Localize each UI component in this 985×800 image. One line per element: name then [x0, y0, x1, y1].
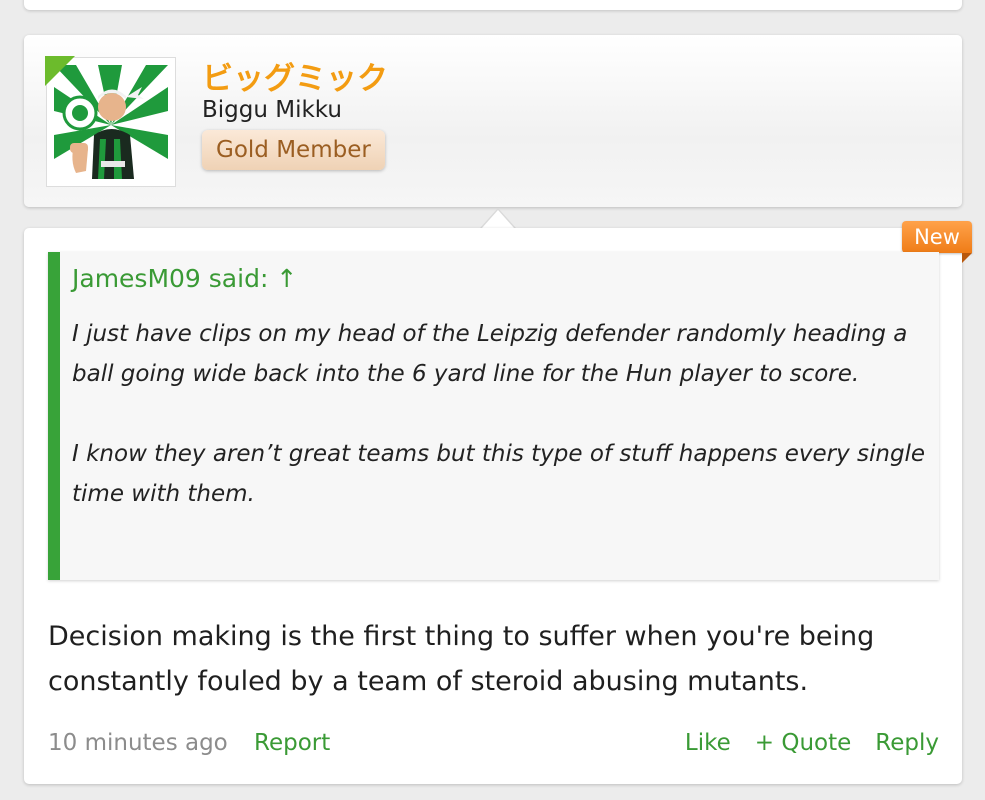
previous-post-card [24, 0, 962, 10]
quote-paragraph: I just have clips on my head of the Leip… [72, 321, 908, 387]
message-text: Decision making is the first thing to su… [48, 621, 875, 697]
message-pointer-inner [482, 210, 514, 228]
member-badge: Gold Member [202, 130, 385, 170]
quote-paragraph: I know they aren’t great teams but this … [72, 441, 926, 507]
post-footer: 10 minutes ago Report Like + Quote Reply [48, 726, 939, 760]
online-indicator [45, 56, 75, 86]
like-button[interactable]: Like [685, 726, 731, 760]
username[interactable]: ビッグミック [202, 53, 388, 98]
reply-button[interactable]: Reply [875, 726, 939, 760]
quote-button[interactable]: + Quote [755, 726, 852, 760]
report-link[interactable]: Report [254, 726, 330, 760]
user-title: Biggu Mikku [202, 97, 342, 123]
quote-body: I just have clips on my head of the Leip… [72, 314, 932, 554]
quote-block: JamesM09 said: ↑ I just have clips on my… [48, 252, 939, 580]
post-timestamp[interactable]: 10 minutes ago [48, 726, 228, 760]
new-badge-tail [962, 253, 972, 263]
post-actions: Like + Quote Reply [685, 726, 939, 760]
user-info-card: ビッグミック Biggu Mikku Gold Member [24, 35, 962, 207]
new-badge: New [902, 221, 972, 253]
quote-header-link[interactable]: JamesM09 said: ↑ [72, 264, 297, 293]
